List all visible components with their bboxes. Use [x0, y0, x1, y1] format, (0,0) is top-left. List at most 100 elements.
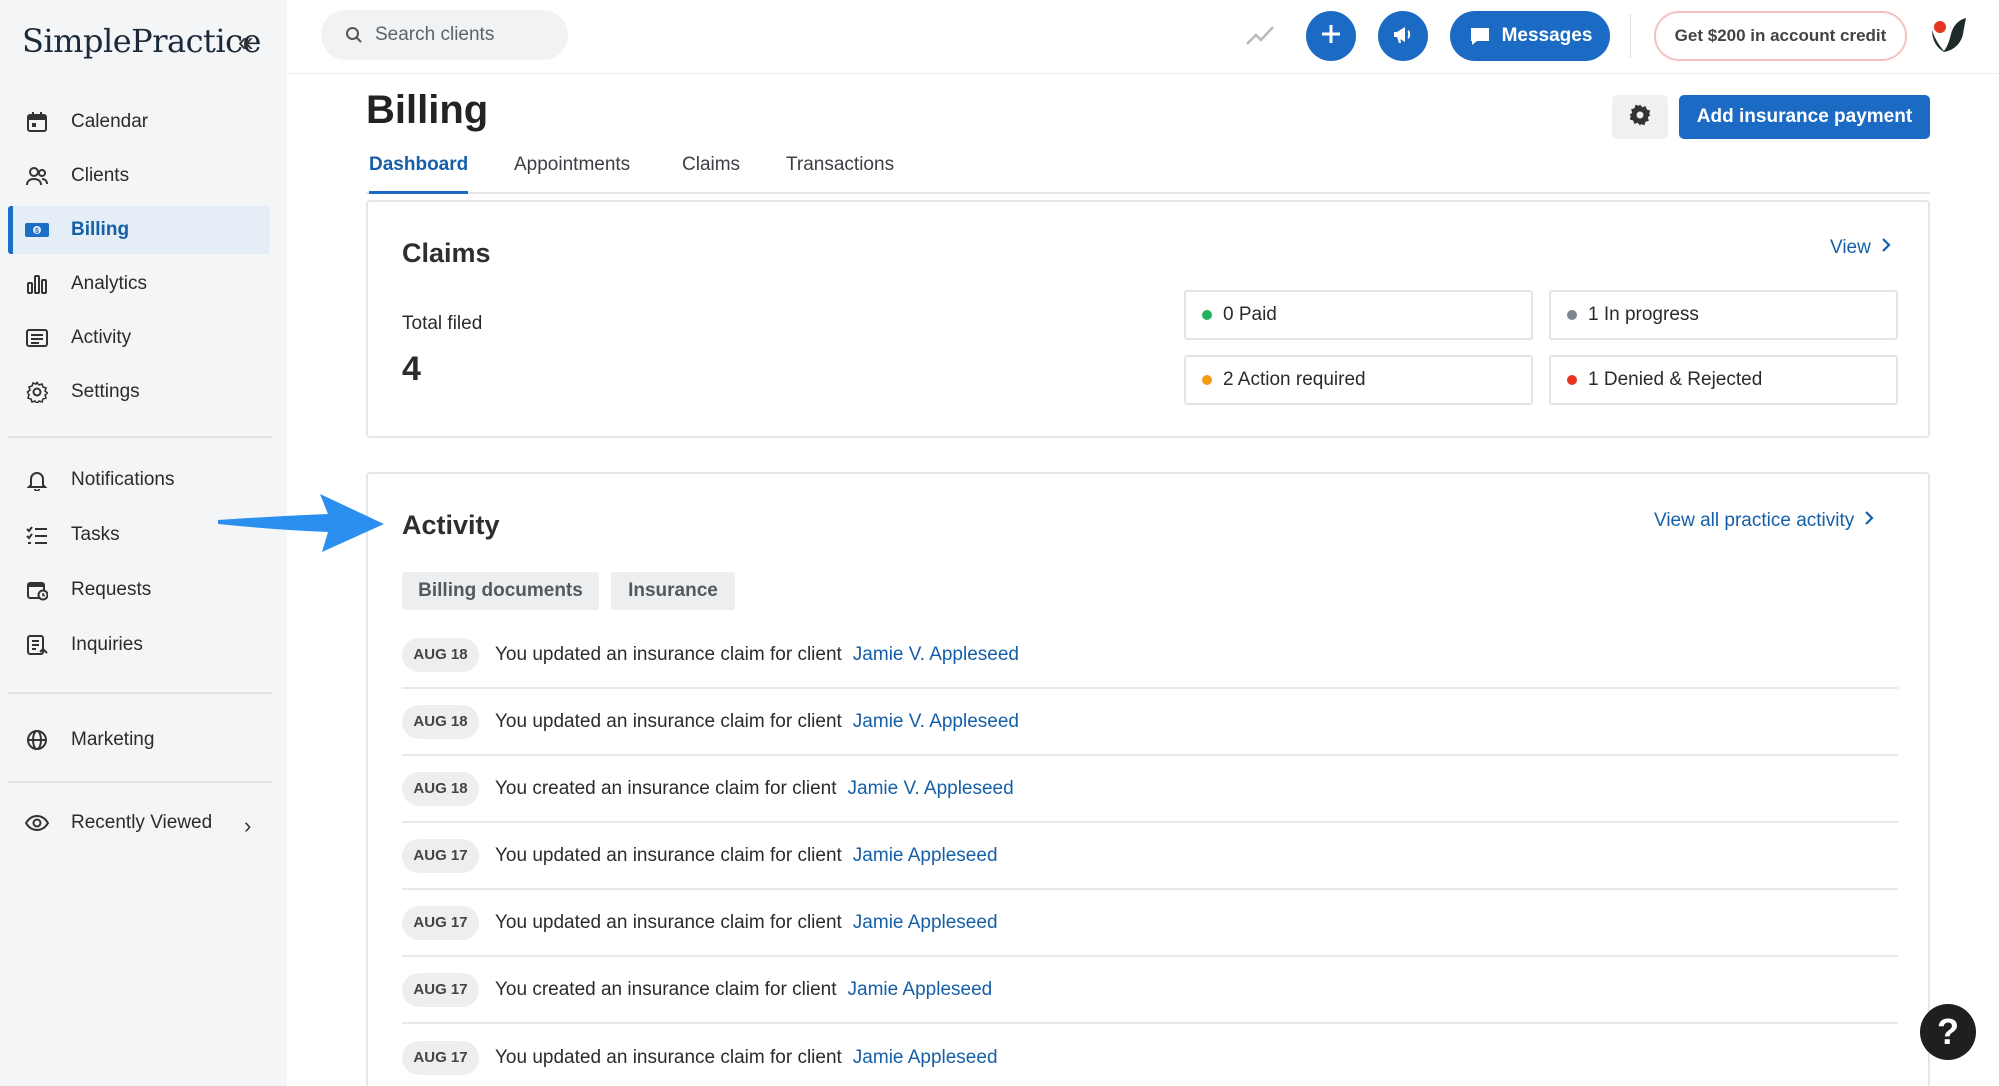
sidebar-item-recently-viewed[interactable]: Recently Viewed: [8, 799, 270, 847]
sidebar-divider: [8, 436, 272, 438]
status-dot: [1567, 375, 1577, 385]
sidebar-item-marketing[interactable]: Marketing: [8, 716, 270, 764]
gear-icon: [24, 379, 50, 405]
date-badge: AUG 17: [402, 838, 479, 873]
sidebar-item-label: Marketing: [71, 729, 155, 750]
sidebar-item-analytics[interactable]: Analytics: [8, 260, 270, 308]
status-in-progress[interactable]: 1 In progress: [1549, 290, 1898, 340]
sidebar-item-label: Calendar: [71, 111, 149, 132]
tasks-icon: [24, 522, 50, 548]
activity-card: Activity View all practice activity Bill…: [366, 472, 1930, 1086]
status-denied-rejected[interactable]: 1 Denied & Rejected: [1549, 355, 1898, 405]
globe-icon: [24, 727, 50, 753]
users-icon: [24, 163, 50, 189]
activity-row: AUG 18 You updated an insurance claim for…: [402, 689, 1898, 756]
sidebar-item-label: Activity: [71, 327, 132, 348]
sidebar-item-billing[interactable]: $ Billing: [8, 206, 270, 254]
chevron-right-icon: [1864, 509, 1874, 532]
announcements-button[interactable]: [1378, 11, 1428, 61]
client-link[interactable]: Jamie V. Appleseed: [853, 644, 1019, 666]
account-credit-button[interactable]: Get $200 in account credit: [1654, 11, 1907, 61]
tab-dashboard[interactable]: Dashboard: [369, 154, 469, 194]
inquiries-icon: [24, 632, 50, 658]
filter-insurance[interactable]: Insurance: [611, 572, 735, 610]
activity-row: AUG 17 You updated an insurance claim for…: [402, 823, 1898, 890]
tab-appointments[interactable]: Appointments: [514, 154, 630, 194]
claims-view-link[interactable]: View: [1830, 236, 1891, 259]
eye-icon: [24, 810, 50, 836]
sidebar-item-label: Inquiries: [71, 634, 143, 655]
messages-button[interactable]: Messages: [1450, 11, 1610, 61]
client-link[interactable]: Jamie V. Appleseed: [848, 778, 1014, 800]
topbar-divider: [1630, 14, 1631, 58]
client-link[interactable]: Jamie V. Appleseed: [853, 711, 1019, 733]
analytics-icon: [24, 271, 50, 297]
chevron-right-icon: [1881, 236, 1891, 259]
tab-claims[interactable]: Claims: [682, 154, 740, 194]
search-icon: [345, 26, 363, 44]
help-button[interactable]: ?: [1920, 1004, 1976, 1060]
date-badge: AUG 17: [402, 905, 479, 940]
search-bar[interactable]: [321, 10, 568, 60]
client-link[interactable]: Jamie Appleseed: [853, 912, 998, 934]
activity-description: You updated an insurance claim for clien…: [495, 643, 842, 665]
search-input[interactable]: [375, 24, 555, 46]
chevron-right-icon[interactable]: ›: [244, 813, 251, 839]
status-dot: [1567, 310, 1577, 320]
collapse-sidebar-icon[interactable]: «: [238, 28, 254, 56]
status-dot: [1202, 310, 1212, 320]
sidebar-item-settings[interactable]: Settings: [8, 368, 270, 416]
view-all-activity-link[interactable]: View all practice activity: [1654, 509, 1874, 532]
bell-icon: [24, 467, 50, 493]
sidebar-item-label: Billing: [71, 219, 130, 240]
megaphone-icon: [1391, 22, 1415, 51]
sidebar-item-activity[interactable]: Activity: [8, 314, 270, 362]
activity-description: You updated an insurance claim for clien…: [495, 844, 842, 866]
sidebar-item-label: Requests: [71, 579, 152, 600]
activity-row: AUG 17 You updated an insurance claim for…: [402, 890, 1898, 957]
create-new-button[interactable]: [1306, 11, 1356, 61]
status-paid[interactable]: 0 Paid: [1184, 290, 1533, 340]
activity-description: You updated an insurance claim for clien…: [495, 710, 842, 732]
sidebar-divider: [8, 692, 272, 694]
sidebar-item-label: Recently Viewed: [71, 812, 213, 833]
status-label: 0 Paid: [1223, 304, 1277, 325]
app-logo[interactable]: SimplePractice: [22, 22, 261, 60]
date-badge: AUG 18: [402, 637, 479, 672]
add-insurance-payment-button[interactable]: Add insurance payment: [1679, 95, 1930, 139]
status-label: 1 Denied & Rejected: [1588, 369, 1763, 390]
billing-icon: $: [24, 217, 50, 243]
sidebar-divider: [8, 781, 272, 783]
activity-description: You created an insurance claim for clien…: [495, 777, 837, 799]
billing-tabs: Dashboard Appointments Claims Transactio…: [366, 150, 1930, 194]
tab-transactions[interactable]: Transactions: [786, 154, 894, 194]
activity-description: You updated an insurance claim for clien…: [495, 1046, 842, 1068]
gear-icon: [1628, 103, 1652, 132]
date-badge: AUG 17: [402, 1040, 479, 1075]
status-action-required[interactable]: 2 Action required: [1184, 355, 1533, 405]
trend-icon[interactable]: [1245, 20, 1275, 50]
sidebar-item-label: Notifications: [71, 469, 175, 490]
client-link[interactable]: Jamie Appleseed: [853, 845, 998, 867]
messages-label: Messages: [1501, 25, 1593, 46]
status-dot: [1202, 375, 1212, 385]
activity-row: AUG 17 You updated an insurance claim for…: [402, 1024, 1898, 1086]
sidebar-item-inquiries[interactable]: Inquiries: [8, 621, 270, 669]
view-link-label: View: [1830, 236, 1871, 258]
client-link[interactable]: Jamie Appleseed: [848, 979, 993, 1001]
claims-title: Claims: [402, 238, 491, 268]
activity-row: AUG 18 You created an insurance claim for…: [402, 756, 1898, 823]
avatar[interactable]: [1926, 12, 1972, 58]
activity-title: Activity: [402, 510, 500, 540]
topbar-divider: [287, 73, 1999, 74]
claims-card: Claims View Total filed 4 0 Paid 1 In pr…: [366, 200, 1930, 438]
billing-settings-button[interactable]: [1612, 95, 1668, 139]
view-all-label: View all practice activity: [1654, 509, 1855, 531]
sidebar-item-label: Settings: [71, 381, 140, 402]
sidebar-item-requests[interactable]: Requests: [8, 566, 270, 614]
sidebar-item-label: Tasks: [71, 524, 120, 545]
client-link[interactable]: Jamie Appleseed: [853, 1047, 998, 1069]
sidebar-item-calendar[interactable]: Calendar: [8, 98, 270, 146]
filter-billing-documents[interactable]: Billing documents: [402, 572, 599, 610]
sidebar-item-clients[interactable]: Clients: [8, 152, 270, 200]
